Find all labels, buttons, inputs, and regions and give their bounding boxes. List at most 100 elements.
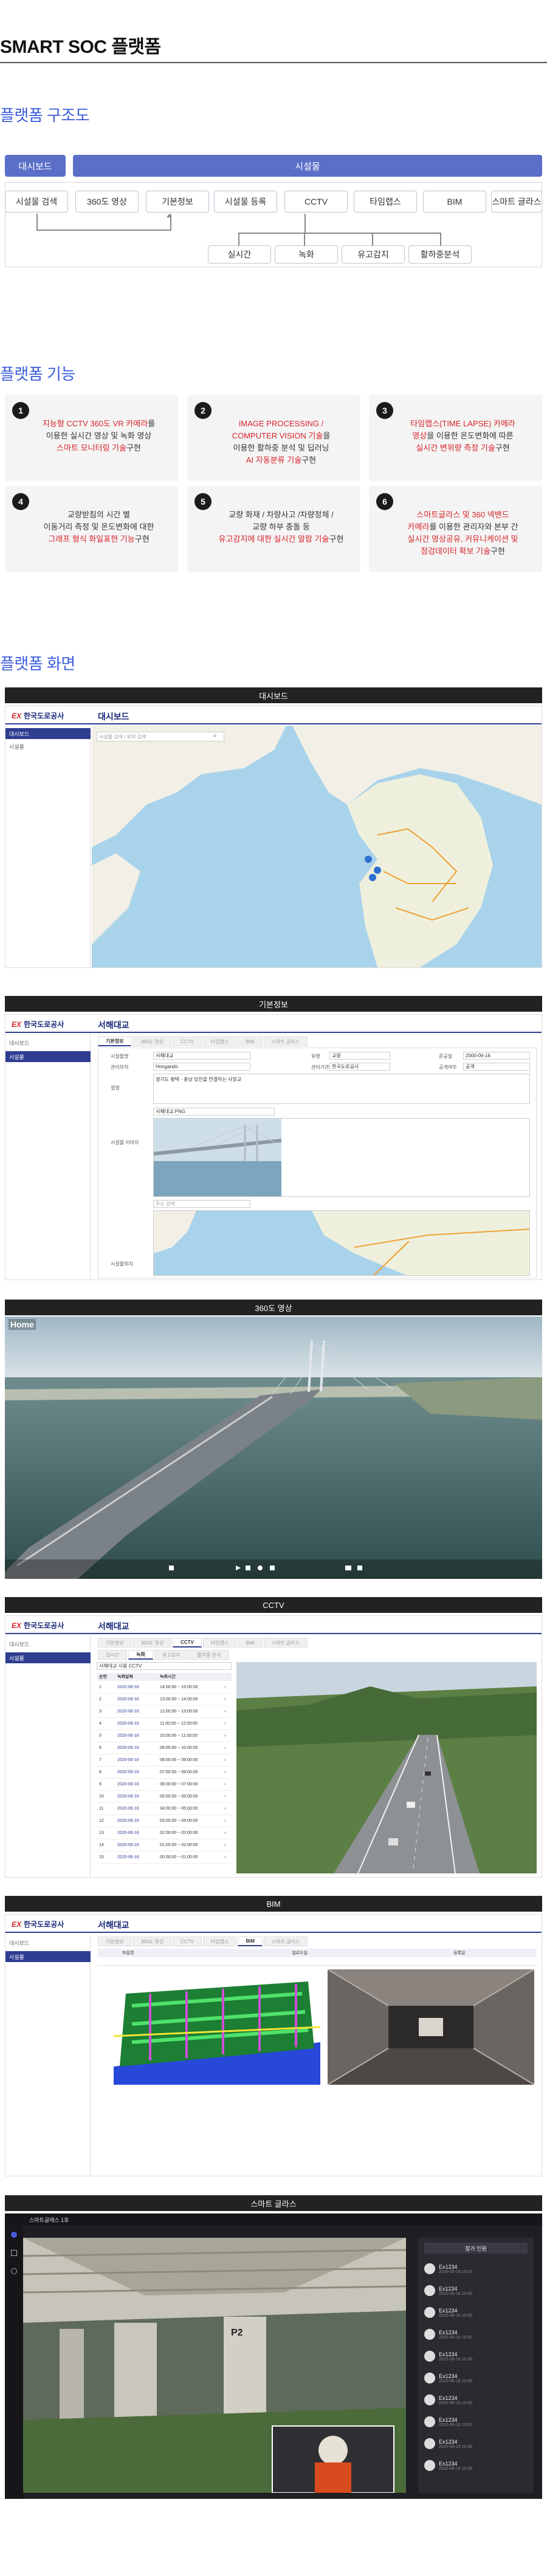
facility-map[interactable] (153, 1210, 530, 1276)
camera-icon[interactable] (11, 2250, 17, 2256)
table-row[interactable]: 14 2020-06-16 01:00:00 ~ 02:00:00 › (97, 1839, 232, 1852)
chevron-right-icon[interactable]: › (224, 1807, 225, 1811)
participant-item[interactable]: Ex1234 2020-06-16 10:00 (424, 2392, 528, 2408)
table-row[interactable]: 11 2020-06-16 04:00:00 ~ 05:00:00 › (97, 1803, 232, 1815)
chevron-right-icon[interactable]: › (224, 1843, 225, 1847)
logo[interactable]: EX 한국도로공사 (12, 1620, 64, 1630)
table-row[interactable]: 10 2020-06-16 05:00:00 ~ 06:00:00 › (97, 1791, 232, 1803)
sidebar-item-facility[interactable]: 시설물 (5, 1051, 91, 1062)
table-row[interactable]: 2 2020-06-16 13:00:00 ~ 14:00:00 › (97, 1694, 232, 1706)
chevron-right-icon[interactable]: › (224, 1722, 225, 1726)
sub-tab-1[interactable]: 실시간 (98, 1650, 128, 1660)
cctv-video[interactable] (236, 1662, 537, 1873)
field-desc[interactable]: 경기도 평택 - 충남 당진을 연결하는 사장교 (153, 1074, 530, 1104)
participant-item[interactable]: Ex1234 2020-06-16 10:00 (424, 2458, 528, 2473)
chevron-right-icon[interactable]: › (224, 1685, 225, 1689)
col-upload: 업로드일 (292, 1951, 308, 1955)
tab-3[interactable]: CCTV (173, 1937, 202, 1946)
participant-item[interactable]: Ex1234 2020-06-16 10:00 (424, 2436, 528, 2452)
tab-2[interactable]: 360도 영상 (132, 1937, 172, 1946)
tab-4[interactable]: 타임랩스 (202, 1037, 237, 1046)
table-row[interactable]: 13 2020-06-16 02:00:00 ~ 03:00:00 › (97, 1827, 232, 1839)
table-row[interactable]: 9 2020-06-16 06:00:00 ~ 07:00:00 › (97, 1779, 232, 1791)
tab-5[interactable]: BIM (238, 1937, 263, 1946)
logo[interactable]: EX 한국도로공사 (12, 1019, 64, 1029)
table-row[interactable]: 3 2020-06-16 12:00:00 ~ 13:00:00 › (97, 1706, 232, 1718)
mic-icon[interactable] (11, 2268, 17, 2274)
field-type[interactable]: 교량 (329, 1052, 390, 1060)
sidebar-item-facility[interactable]: 시설물 (5, 1951, 91, 1962)
field-admin[interactable]: Hongando (153, 1063, 250, 1071)
chevron-right-icon[interactable]: › (224, 1831, 225, 1835)
participant-item[interactable]: Ex1234 2020-06-16 10:00 (424, 2414, 528, 2430)
image-file-input[interactable]: 서해대교.PNG (153, 1108, 275, 1116)
home-button[interactable]: Home (9, 1319, 36, 1330)
map-address-input[interactable]: 주소 검색 (153, 1200, 250, 1208)
glass-video[interactable]: P2 (23, 2238, 406, 2493)
table-row[interactable]: 1 2020-06-16 14:00:00 ~ 15:00:00 › (97, 1682, 232, 1694)
camera-select[interactable]: 서해대교 사용 CCTV (97, 1662, 232, 1670)
participant-item[interactable]: Ex1234 2020-06-16 10:00 (424, 2370, 528, 2386)
tab-6[interactable]: 스마트 글라스 (263, 1037, 308, 1046)
feature-card: 3 타임랩스(TIME LAPSE) 카메라 영상을 이용한 온도변화에 따른 실시간… (369, 395, 542, 481)
menu-icon[interactable] (11, 2232, 17, 2238)
tab-5[interactable]: BIM (238, 1037, 263, 1046)
chevron-right-icon[interactable]: › (224, 1697, 225, 1702)
field-status[interactable]: 공개 (463, 1063, 530, 1071)
logo[interactable]: EX 한국도로공사 (12, 1919, 64, 1929)
chevron-right-icon[interactable]: › (224, 1746, 225, 1750)
tab-6[interactable]: 스마트 글라스 (263, 1638, 308, 1647)
chevron-right-icon[interactable]: › (224, 1758, 225, 1762)
sidebar-item-dashboard[interactable]: 대시보드 (9, 1039, 29, 1047)
sidebar-item-dashboard[interactable]: 대시보드 (9, 1939, 29, 1947)
tab-1[interactable]: 기본정보 (98, 1638, 132, 1647)
sidebar-item-dashboard[interactable]: 대시보드 (9, 1640, 29, 1648)
chevron-right-icon[interactable]: › (224, 1782, 225, 1787)
sidebar-item-facility[interactable]: 시설물 (5, 1652, 91, 1663)
chevron-right-icon[interactable]: › (224, 1734, 225, 1738)
sub-tab-2[interactable]: 녹화 (128, 1650, 153, 1660)
map-search-input[interactable]: 시설물 검색 / 위치 검색 (97, 732, 224, 741)
table-row[interactable]: 5 2020-06-16 10:00:00 ~ 11:00:00 › (97, 1730, 232, 1742)
chevron-right-icon[interactable]: › (224, 1794, 225, 1799)
field-year[interactable]: 2000-06-16 (463, 1052, 530, 1060)
logo[interactable]: EX 한국도로공사 (12, 710, 64, 721)
bim-model-view[interactable] (114, 1969, 320, 2085)
file-table-row[interactable] (98, 1958, 537, 1966)
sidebar-item-dashboard[interactable]: 대시보드 (5, 728, 91, 739)
participant-item[interactable]: Ex1234 2020-06-16 10:00 (424, 2348, 528, 2364)
tab-3[interactable]: CCTV (173, 1638, 202, 1647)
chevron-right-icon[interactable]: › (224, 1709, 225, 1714)
field-org[interactable]: 한국도로공사 (329, 1063, 390, 1071)
tab-4[interactable]: 타임랩스 (202, 1937, 237, 1946)
dashboard-map[interactable]: 시설물 검색 / 위치 검색 ⌕ (92, 726, 542, 967)
tab-3[interactable]: CCTV (173, 1037, 202, 1046)
table-row[interactable]: 4 2020-06-16 11:00:00 ~ 12:00:00 › (97, 1718, 232, 1730)
tab-1[interactable]: 기본정보 (98, 1937, 132, 1946)
tab-2[interactable]: 360도 영상 (132, 1638, 172, 1647)
bim-interior-view[interactable] (328, 1969, 534, 2085)
table-row[interactable]: 8 2020-06-16 07:00:00 ~ 08:00:00 › (97, 1767, 232, 1779)
panorama-view[interactable] (5, 1317, 542, 1579)
participant-item[interactable]: Ex1234 2020-06-16 10:00 (424, 2283, 528, 2298)
sidebar-item-facility[interactable]: 시설물 (9, 743, 24, 751)
tab-1[interactable]: 기본정보 (98, 1037, 132, 1046)
chevron-right-icon[interactable]: › (224, 1819, 225, 1823)
tab-6[interactable]: 스마트 글라스 (264, 1937, 308, 1946)
table-row[interactable]: 7 2020-06-16 08:00:00 ~ 09:00:00 › (97, 1754, 232, 1767)
field-name[interactable]: 서해대교 (153, 1052, 250, 1060)
search-icon[interactable]: ⌕ (213, 732, 217, 739)
sub-tab-4[interactable]: 활하중 분석 (189, 1650, 229, 1660)
tab-2[interactable]: 360도 영상 (132, 1037, 172, 1046)
tab-4[interactable]: 타임랩스 (202, 1638, 237, 1647)
chevron-right-icon[interactable]: › (224, 1770, 225, 1774)
participant-item[interactable]: Ex1234 2020-06-16 10:00 (424, 2326, 528, 2342)
participant-item[interactable]: Ex1234 2020-06-16 10:00 (424, 2305, 528, 2320)
tab-5[interactable]: BIM (238, 1638, 263, 1647)
participant-item[interactable]: Ex1234 2020-06-16 10:00 (424, 2261, 528, 2277)
table-row[interactable]: 12 2020-06-16 03:00:00 ~ 04:00:00 › (97, 1815, 232, 1827)
sub-tab-3[interactable]: 유고감지 (154, 1650, 188, 1660)
chevron-right-icon[interactable]: › (224, 1855, 225, 1859)
table-row[interactable]: 15 2020-06-16 00:00:00 ~ 01:00:00 › (97, 1852, 232, 1864)
table-row[interactable]: 6 2020-06-16 09:00:00 ~ 10:00:00 › (97, 1742, 232, 1754)
